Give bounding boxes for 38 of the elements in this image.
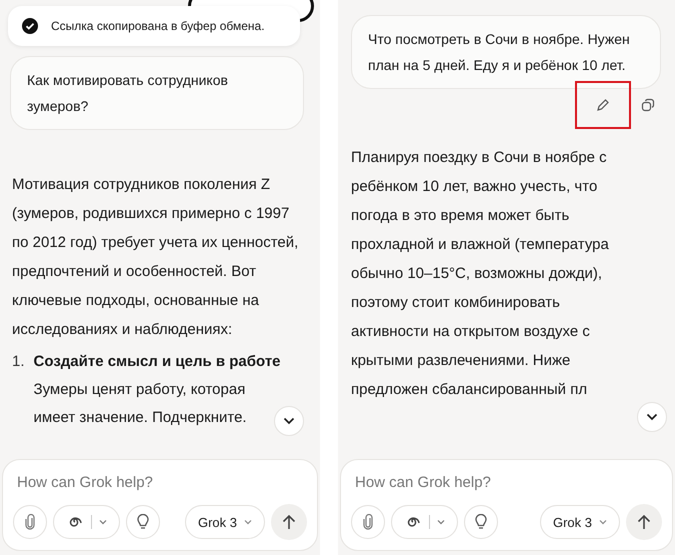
arrow-up-icon bbox=[282, 514, 296, 530]
chevron-down-icon bbox=[646, 413, 658, 421]
answer-text: Планируя поездку в Сочи в ноябре с ребёнком 10 лет, важно учесть, что погода в это время может быть прохладной и влажной (температура обычно 10–15°C, возможны дожди), поэтому стоит комбинировать активности на открытом воздухе с крытыми развлечениями. Ниже предложен сбалансированный пл bbox=[351, 148, 610, 400]
send-button[interactable] bbox=[271, 504, 307, 540]
toast-text: Ссылка скопирована в буфер обмена. bbox=[51, 19, 265, 33]
mode-button[interactable] bbox=[391, 505, 458, 539]
answer-text: Мотивация сотрудников поколения Z (зумеров, родившихся примерно с 1997 по 2012 год) требует учета их ценностей, предпочтений и особенностей. Вот ключевые подходы, основанные на исследованиях и наблюдениях: bbox=[12, 175, 300, 340]
think-button[interactable] bbox=[126, 505, 160, 539]
scroll-down-button[interactable] bbox=[637, 402, 667, 432]
edit-button[interactable] bbox=[575, 81, 631, 129]
user-message: Как мотивировать сотрудников зумеров? bbox=[10, 56, 304, 130]
lightbulb-icon bbox=[475, 514, 487, 530]
paperclip-icon bbox=[24, 514, 36, 530]
send-button[interactable] bbox=[626, 504, 662, 540]
chevron-down-icon bbox=[283, 417, 295, 425]
lightbulb-icon bbox=[137, 514, 149, 530]
mode-button[interactable] bbox=[53, 505, 120, 539]
arrow-up-icon bbox=[637, 514, 651, 530]
pencil-icon bbox=[596, 98, 610, 112]
attach-button[interactable] bbox=[351, 505, 385, 539]
chevron-down-icon bbox=[244, 519, 252, 525]
list-item-text: Зумеры ценят работу, которая имеет значение. Подчеркните. bbox=[34, 380, 248, 428]
attach-button[interactable] bbox=[13, 505, 47, 539]
chevron-down-icon bbox=[599, 519, 607, 525]
user-message: Что посмотреть в Сочи в ноябре. Нужен план на 5 дней. Еду я и ребёнок 10 лет. bbox=[351, 15, 661, 89]
think-button[interactable] bbox=[464, 505, 498, 539]
list-item-title: Создайте смысл и цель в работе bbox=[34, 352, 282, 372]
copy-icon bbox=[641, 98, 655, 112]
chevron-down-icon bbox=[437, 519, 445, 525]
model-selector[interactable]: Grok 3 bbox=[184, 505, 265, 539]
list-number: 1. bbox=[12, 352, 25, 372]
check-circle-icon bbox=[22, 18, 38, 34]
scroll-down-button[interactable] bbox=[274, 406, 304, 436]
chevron-down-icon bbox=[99, 519, 107, 525]
model-selector[interactable]: Grok 3 bbox=[540, 505, 620, 539]
message-input[interactable]: How can Grok help? bbox=[351, 472, 662, 493]
paperclip-icon bbox=[362, 514, 374, 530]
message-input[interactable]: How can Grok help? bbox=[13, 472, 307, 493]
